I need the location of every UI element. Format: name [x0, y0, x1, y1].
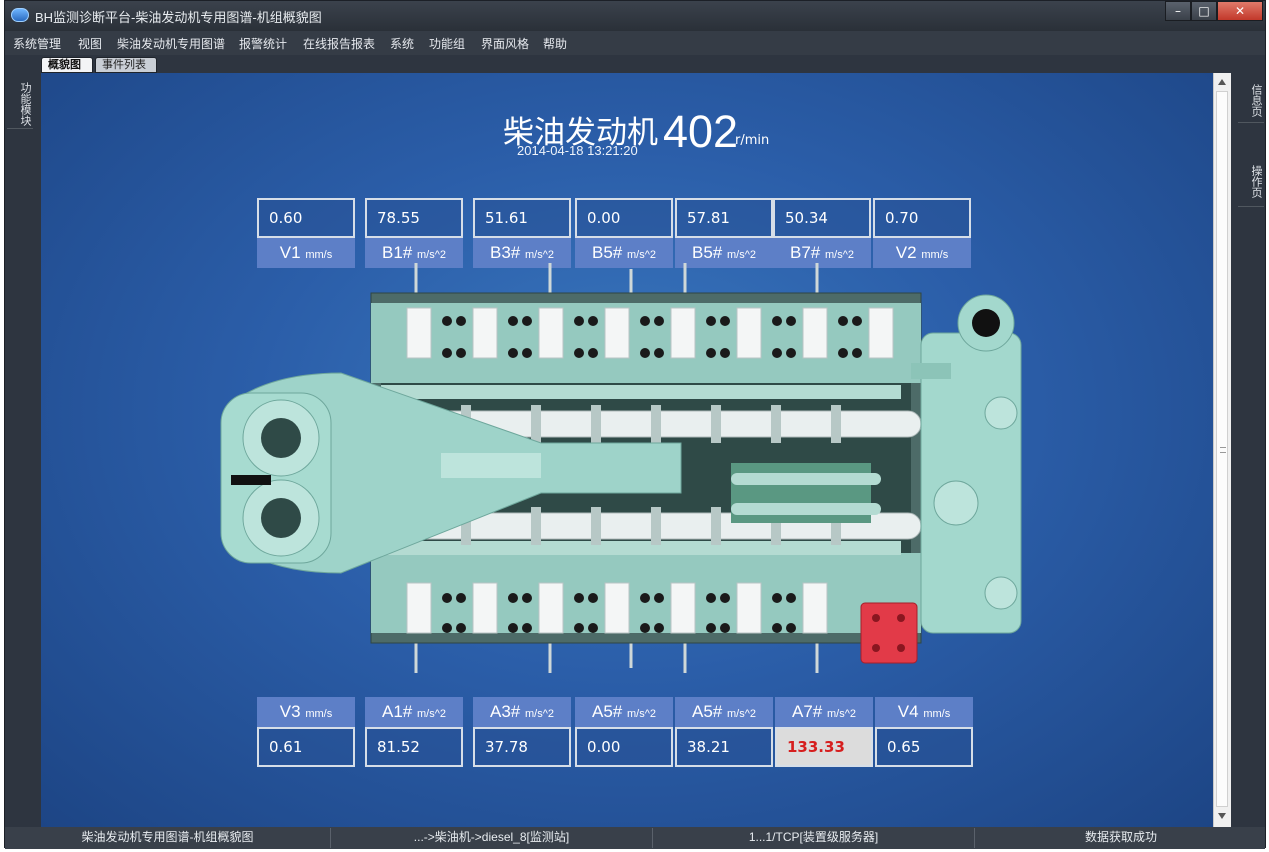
sensor-unit: m/s^2 [626, 708, 656, 720]
sensor-unit: m/s^2 [626, 249, 656, 261]
sensor-unit: m/s^2 [416, 249, 446, 261]
sensor-label: V3 mm/s [257, 697, 355, 727]
side-tab-operation-page[interactable]: 操作页 [1238, 151, 1264, 207]
sensor-name: B5# [592, 243, 623, 262]
sensor-unit: m/s^2 [524, 249, 554, 261]
sensor-value: 0.70 [873, 198, 971, 238]
window-title: BH监测诊断平台-柴油发动机专用图谱-机组概貌图 [35, 10, 322, 25]
title-bar: BH监测诊断平台-柴油发动机专用图谱-机组概貌图 – □ ✕ [5, 1, 1265, 31]
sensor-name: V1 [279, 243, 301, 262]
status-bar: 柴油发动机专用图谱-机组概貌图 ...->柴油机->diesel_8[监测站] … [5, 827, 1265, 849]
sensor-name: B1# [382, 243, 413, 262]
sensor-unit: m/s^2 [726, 708, 756, 720]
sensor-label: V4 mm/s [875, 697, 973, 727]
menu-alarm-statistics[interactable]: 报警统计 [239, 35, 287, 52]
engine-overview-canvas: 柴油发动机 402 r/min 2014-04-18 13:21:20 0.60… [41, 73, 1213, 827]
rpm-unit: r/min [735, 133, 770, 148]
sensor-value: 57.81 [675, 198, 773, 238]
sensor-value: 81.52 [365, 727, 463, 767]
menu-system-management[interactable]: 系统管理 [13, 35, 61, 52]
menu-view[interactable]: 视图 [78, 35, 102, 52]
status-device-path: ...->柴油机->diesel_8[监测站] [331, 828, 653, 848]
sensor-name: V4 [897, 702, 919, 721]
sensor-unit: mm/s [923, 708, 951, 720]
sensor-unit: mm/s [305, 249, 333, 261]
sensor-label: A3# m/s^2 [473, 697, 571, 727]
sensor-name: A1# [382, 702, 413, 721]
sensor-value: 78.55 [365, 198, 463, 238]
sensor-name: B5# [692, 243, 723, 262]
scroll-down-arrow-icon[interactable] [1218, 813, 1226, 819]
menu-system[interactable]: 系统 [390, 35, 414, 52]
sensor-name: B3# [490, 243, 521, 262]
sensor-label: A5# m/s^2 [575, 697, 673, 727]
app-logo-icon [11, 8, 29, 22]
sensor-unit: m/s^2 [824, 249, 854, 261]
sensor-unit: mm/s [305, 708, 333, 720]
sensor-value: 37.78 [473, 727, 571, 767]
scroll-up-arrow-icon[interactable] [1218, 79, 1226, 85]
sensor-name: B7# [790, 243, 821, 262]
vertical-scrollbar[interactable] [1213, 73, 1231, 827]
sensor-value: 50.34 [773, 198, 871, 238]
close-button[interactable]: ✕ [1217, 1, 1263, 21]
sensor-name: V2 [895, 243, 917, 262]
tab-overview[interactable]: 概貌图 [41, 57, 93, 73]
sensor-value: 51.61 [473, 198, 571, 238]
grip-icon [1220, 447, 1226, 453]
sensor-label: A7# m/s^2 [775, 697, 873, 727]
sensor-unit: m/s^2 [826, 708, 856, 720]
side-tab-function-modules[interactable]: 功能模块 [7, 73, 33, 129]
menu-interface-style[interactable]: 界面风格 [481, 35, 529, 52]
sensor-value: 0.61 [257, 727, 355, 767]
menu-bar: 系统管理 视图 柴油发动机专用图谱 报警统计 在线报告报表 系统 功能组 界面风… [5, 31, 1265, 55]
menu-function-group[interactable]: 功能组 [429, 35, 465, 52]
sensor-unit: m/s^2 [726, 249, 756, 261]
sensor-name: A3# [490, 702, 521, 721]
sensor-value: 0.60 [257, 198, 355, 238]
sensor-value: 0.00 [575, 727, 673, 767]
status-current-view: 柴油发动机专用图谱-机组概貌图 [5, 828, 331, 848]
sensor-name: V3 [279, 702, 301, 721]
side-tab-info-page[interactable]: 信息页 [1238, 73, 1264, 123]
status-data-acquisition: 数据获取成功 [1084, 830, 1157, 844]
menu-help[interactable]: 帮助 [543, 35, 567, 52]
sensor-name: A5# [692, 702, 723, 721]
sensor-value: 38.21 [675, 727, 773, 767]
tab-event-list[interactable]: 事件列表 [95, 57, 157, 73]
scroll-thumb[interactable] [1216, 91, 1228, 807]
minimize-button[interactable]: – [1165, 1, 1191, 21]
menu-online-reports[interactable]: 在线报告报表 [303, 35, 375, 52]
sensor-name: A5# [592, 702, 623, 721]
sensor-value: 0.65 [875, 727, 973, 767]
sensor-unit: mm/s [921, 249, 949, 261]
sensor-unit: m/s^2 [524, 708, 554, 720]
rpm-value: 402 [663, 106, 739, 157]
sensor-value: 0.00 [575, 198, 673, 238]
sensor-name: A7# [792, 702, 823, 721]
app-window: BH监测诊断平台-柴油发动机专用图谱-机组概貌图 – □ ✕ 系统管理 视图 柴… [4, 0, 1266, 849]
menu-diesel-charts[interactable]: 柴油发动机专用图谱 [117, 35, 225, 52]
sensor-value-alarm: 133.33 [775, 727, 873, 767]
timestamp: 2014-04-18 13:21:20 [517, 143, 638, 158]
sensor-unit: m/s^2 [416, 708, 446, 720]
status-server-connection: 1...1/TCP[装置级服务器] [653, 828, 975, 848]
engine-diagram [220, 263, 1022, 673]
sensor-label: A1# m/s^2 [365, 697, 463, 727]
sensor-label: A5# m/s^2 [675, 697, 773, 727]
maximize-button[interactable]: □ [1191, 1, 1217, 21]
